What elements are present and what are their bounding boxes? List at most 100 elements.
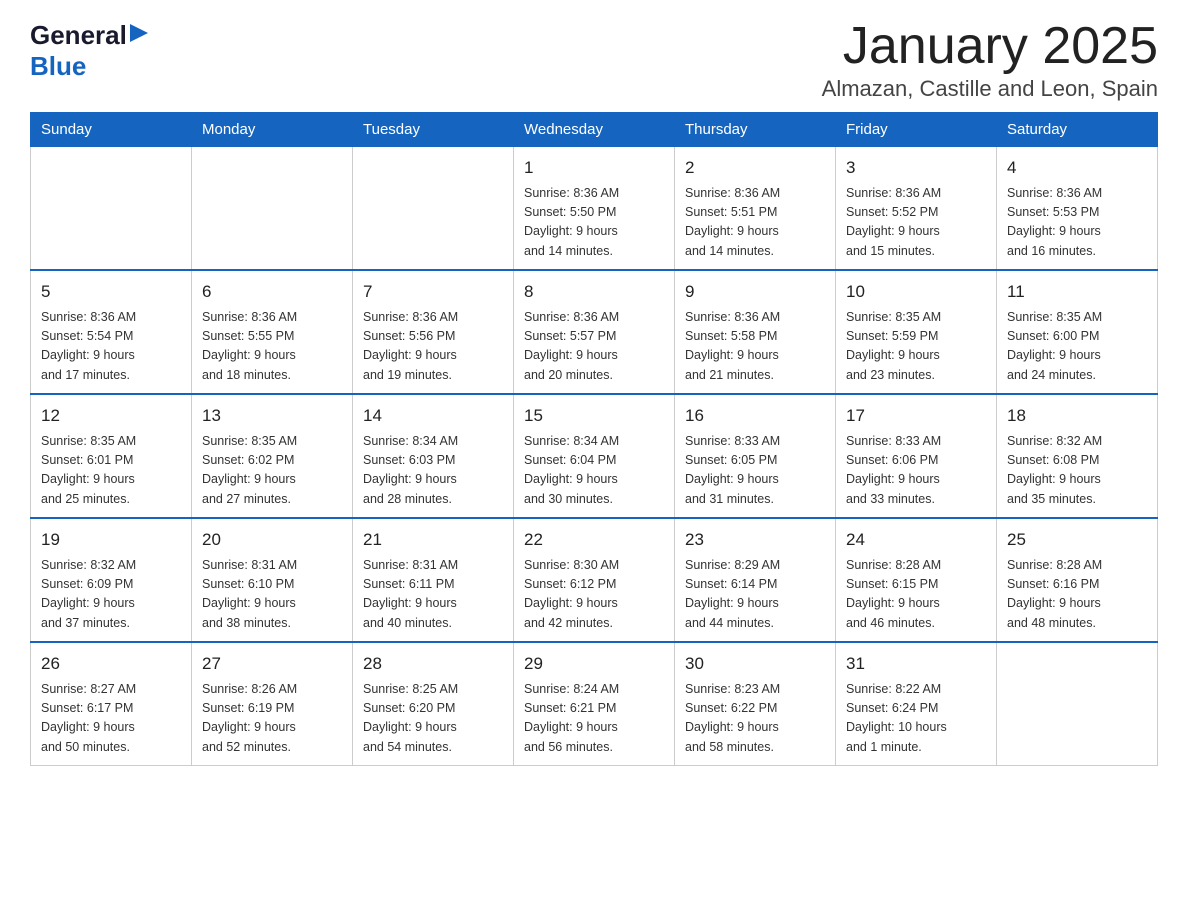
day-info: Sunrise: 8:36 AM Sunset: 5:54 PM Dayligh… xyxy=(41,308,181,386)
day-number: 2 xyxy=(685,155,825,181)
day-cell: 10Sunrise: 8:35 AM Sunset: 5:59 PM Dayli… xyxy=(836,270,997,394)
day-number: 13 xyxy=(202,403,342,429)
day-info: Sunrise: 8:35 AM Sunset: 6:01 PM Dayligh… xyxy=(41,432,181,510)
header-cell-thursday: Thursday xyxy=(675,113,836,147)
day-info: Sunrise: 8:33 AM Sunset: 6:06 PM Dayligh… xyxy=(846,432,986,510)
day-number: 28 xyxy=(363,651,503,677)
header-cell-tuesday: Tuesday xyxy=(353,113,514,147)
day-info: Sunrise: 8:29 AM Sunset: 6:14 PM Dayligh… xyxy=(685,556,825,634)
logo-arrow-icon xyxy=(130,22,150,44)
header-cell-sunday: Sunday xyxy=(31,113,192,147)
day-number: 29 xyxy=(524,651,664,677)
title-area: January 2025 Almazan, Castille and Leon,… xyxy=(822,20,1158,102)
day-number: 7 xyxy=(363,279,503,305)
day-number: 15 xyxy=(524,403,664,429)
day-cell: 25 Sunrise: 8:28 AM Sunset: 6:16 PM Dayli… xyxy=(997,518,1158,642)
day-info: Sunrise: 8:36 AM Sunset: 5:58 PM Dayligh… xyxy=(685,308,825,386)
header-row: SundayMondayTuesdayWednesdayThursdayFrid… xyxy=(31,113,1158,147)
day-info: Sunrise: 8:33 AM Sunset: 6:05 PM Dayligh… xyxy=(685,432,825,510)
day-cell: 1Sunrise: 8:36 AM Sunset: 5:50 PM Daylig… xyxy=(514,147,675,271)
day-info: Sunrise: 8:36 AM Sunset: 5:51 PM Dayligh… xyxy=(685,184,825,262)
week-row-5: 26 Sunrise: 8:27 AM Sunset: 6:17 PM Dayli… xyxy=(31,642,1158,766)
day-cell: 31Sunrise: 8:22 AM Sunset: 6:24 PM Dayli… xyxy=(836,642,997,766)
day-cell: 3 Sunrise: 8:36 AM Sunset: 5:52 PM Daylig… xyxy=(836,147,997,271)
day-number: 23 xyxy=(685,527,825,553)
day-info: Sunrise: 8:36 AM Sunset: 5:53 PM Dayligh… xyxy=(1007,184,1147,262)
day-info: Sunrise: 8:22 AM Sunset: 6:24 PM Dayligh… xyxy=(846,680,986,758)
day-number: 6 xyxy=(202,279,342,305)
day-info: Sunrise: 8:36 AM Sunset: 5:52 PM Dayligh… xyxy=(846,184,986,262)
day-cell: 14Sunrise: 8:34 AM Sunset: 6:03 PM Dayli… xyxy=(353,394,514,518)
day-info: Sunrise: 8:34 AM Sunset: 6:04 PM Dayligh… xyxy=(524,432,664,510)
day-cell: 23 Sunrise: 8:29 AM Sunset: 6:14 PM Dayli… xyxy=(675,518,836,642)
day-cell: 17 Sunrise: 8:33 AM Sunset: 6:06 PM Dayli… xyxy=(836,394,997,518)
day-cell: 18 Sunrise: 8:32 AM Sunset: 6:08 PM Dayli… xyxy=(997,394,1158,518)
day-info: Sunrise: 8:31 AM Sunset: 6:11 PM Dayligh… xyxy=(363,556,503,634)
day-cell: 16 Sunrise: 8:33 AM Sunset: 6:05 PM Dayli… xyxy=(675,394,836,518)
day-cell: 8 Sunrise: 8:36 AM Sunset: 5:57 PM Daylig… xyxy=(514,270,675,394)
location-title: Almazan, Castille and Leon, Spain xyxy=(822,76,1158,102)
day-number: 9 xyxy=(685,279,825,305)
day-info: Sunrise: 8:28 AM Sunset: 6:16 PM Dayligh… xyxy=(1007,556,1147,634)
week-row-3: 12 Sunrise: 8:35 AM Sunset: 6:01 PM Dayli… xyxy=(31,394,1158,518)
day-info: Sunrise: 8:27 AM Sunset: 6:17 PM Dayligh… xyxy=(41,680,181,758)
day-cell: 30 Sunrise: 8:23 AM Sunset: 6:22 PM Dayli… xyxy=(675,642,836,766)
day-cell: 7Sunrise: 8:36 AM Sunset: 5:56 PM Daylig… xyxy=(353,270,514,394)
week-row-1: 1Sunrise: 8:36 AM Sunset: 5:50 PM Daylig… xyxy=(31,147,1158,271)
calendar-header: SundayMondayTuesdayWednesdayThursdayFrid… xyxy=(31,113,1158,147)
logo: General Blue xyxy=(30,20,150,82)
day-number: 12 xyxy=(41,403,181,429)
day-number: 17 xyxy=(846,403,986,429)
day-number: 8 xyxy=(524,279,664,305)
day-cell: 2 Sunrise: 8:36 AM Sunset: 5:51 PM Daylig… xyxy=(675,147,836,271)
day-number: 26 xyxy=(41,651,181,677)
day-info: Sunrise: 8:36 AM Sunset: 5:57 PM Dayligh… xyxy=(524,308,664,386)
day-number: 27 xyxy=(202,651,342,677)
day-number: 14 xyxy=(363,403,503,429)
day-number: 3 xyxy=(846,155,986,181)
day-cell: 22Sunrise: 8:30 AM Sunset: 6:12 PM Dayli… xyxy=(514,518,675,642)
day-info: Sunrise: 8:36 AM Sunset: 5:50 PM Dayligh… xyxy=(524,184,664,262)
day-number: 19 xyxy=(41,527,181,553)
day-cell xyxy=(192,147,353,271)
day-info: Sunrise: 8:31 AM Sunset: 6:10 PM Dayligh… xyxy=(202,556,342,634)
day-info: Sunrise: 8:32 AM Sunset: 6:08 PM Dayligh… xyxy=(1007,432,1147,510)
day-cell: 21 Sunrise: 8:31 AM Sunset: 6:11 PM Dayli… xyxy=(353,518,514,642)
header-cell-monday: Monday xyxy=(192,113,353,147)
day-cell xyxy=(353,147,514,271)
day-number: 10 xyxy=(846,279,986,305)
day-number: 16 xyxy=(685,403,825,429)
day-cell: 4Sunrise: 8:36 AM Sunset: 5:53 PM Daylig… xyxy=(997,147,1158,271)
day-cell: 12 Sunrise: 8:35 AM Sunset: 6:01 PM Dayli… xyxy=(31,394,192,518)
day-info: Sunrise: 8:32 AM Sunset: 6:09 PM Dayligh… xyxy=(41,556,181,634)
day-info: Sunrise: 8:28 AM Sunset: 6:15 PM Dayligh… xyxy=(846,556,986,634)
day-number: 18 xyxy=(1007,403,1147,429)
day-info: Sunrise: 8:35 AM Sunset: 6:00 PM Dayligh… xyxy=(1007,308,1147,386)
day-number: 5 xyxy=(41,279,181,305)
logo-general-text: General xyxy=(30,20,127,51)
day-info: Sunrise: 8:25 AM Sunset: 6:20 PM Dayligh… xyxy=(363,680,503,758)
day-cell: 15 Sunrise: 8:34 AM Sunset: 6:04 PM Dayli… xyxy=(514,394,675,518)
day-cell: 5 Sunrise: 8:36 AM Sunset: 5:54 PM Daylig… xyxy=(31,270,192,394)
calendar-body: 1Sunrise: 8:36 AM Sunset: 5:50 PM Daylig… xyxy=(31,147,1158,766)
logo-blue-text: Blue xyxy=(30,51,86,81)
day-info: Sunrise: 8:30 AM Sunset: 6:12 PM Dayligh… xyxy=(524,556,664,634)
header-cell-wednesday: Wednesday xyxy=(514,113,675,147)
day-cell xyxy=(31,147,192,271)
day-cell: 24Sunrise: 8:28 AM Sunset: 6:15 PM Dayli… xyxy=(836,518,997,642)
day-number: 11 xyxy=(1007,279,1147,305)
day-cell: 26 Sunrise: 8:27 AM Sunset: 6:17 PM Dayli… xyxy=(31,642,192,766)
day-cell: 6Sunrise: 8:36 AM Sunset: 5:55 PM Daylig… xyxy=(192,270,353,394)
day-cell: 13Sunrise: 8:35 AM Sunset: 6:02 PM Dayli… xyxy=(192,394,353,518)
header-cell-saturday: Saturday xyxy=(997,113,1158,147)
day-cell: 19 Sunrise: 8:32 AM Sunset: 6:09 PM Dayli… xyxy=(31,518,192,642)
day-number: 25 xyxy=(1007,527,1147,553)
header-cell-friday: Friday xyxy=(836,113,997,147)
day-number: 30 xyxy=(685,651,825,677)
day-cell xyxy=(997,642,1158,766)
day-cell: 20Sunrise: 8:31 AM Sunset: 6:10 PM Dayli… xyxy=(192,518,353,642)
day-cell: 28 Sunrise: 8:25 AM Sunset: 6:20 PM Dayli… xyxy=(353,642,514,766)
day-number: 21 xyxy=(363,527,503,553)
day-info: Sunrise: 8:23 AM Sunset: 6:22 PM Dayligh… xyxy=(685,680,825,758)
day-info: Sunrise: 8:26 AM Sunset: 6:19 PM Dayligh… xyxy=(202,680,342,758)
